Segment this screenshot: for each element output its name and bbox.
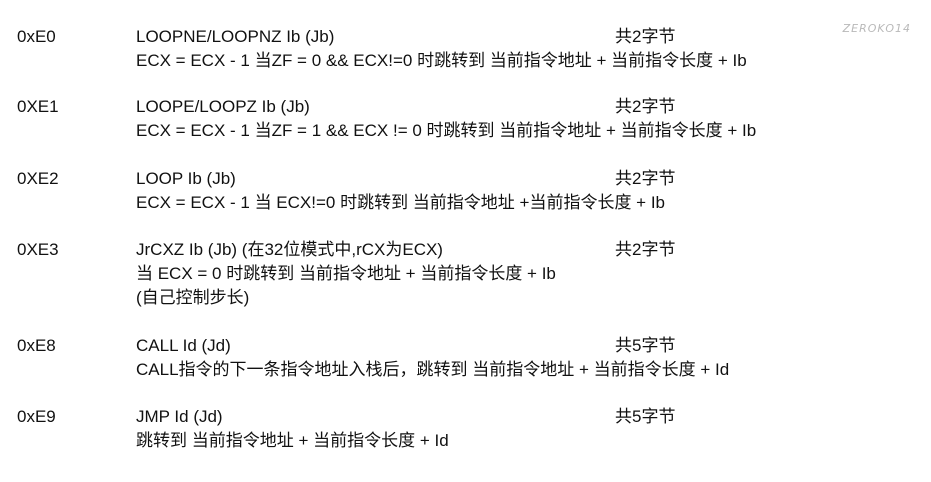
mnemonic: JrCXZ Ib (Jb) (在32位模式中,rCX为ECX)	[136, 240, 443, 259]
description-line: ECX = ECX - 1 当 ECX!=0 时跳转到 当前指令地址 +当前指令…	[136, 193, 665, 212]
opcode: 0xE8	[17, 336, 56, 355]
instruction-size: 共2字节	[615, 97, 676, 116]
description-line: ECX = ECX - 1 当ZF = 1 && ECX != 0 时跳转到 当…	[136, 121, 757, 140]
instruction-size: 共2字节	[615, 169, 676, 188]
mnemonic: CALL Id (Jd)	[136, 336, 231, 355]
opcode: 0XE2	[17, 169, 59, 188]
instruction-size: 共2字节	[615, 240, 676, 259]
mnemonic: LOOPE/LOOPZ Ib (Jb)	[136, 97, 310, 116]
description-line: (自己控制步长)	[136, 288, 250, 307]
opcode: 0XE3	[17, 240, 59, 259]
description-line: 跳转到 当前指令地址 + 当前指令长度 + Id	[136, 431, 449, 450]
mnemonic: LOOP Ib (Jb)	[136, 169, 236, 188]
instruction-size: 共5字节	[615, 336, 676, 355]
description-line: ECX = ECX - 1 当ZF = 0 && ECX!=0 时跳转到 当前指…	[136, 51, 747, 70]
description-line: 当 ECX = 0 时跳转到 当前指令地址 + 当前指令长度 + Ib	[136, 264, 556, 283]
opcode: 0xE0	[17, 27, 56, 46]
opcode: 0xE9	[17, 407, 56, 426]
description-line: CALL指令的下一条指令地址入栈后，跳转到 当前指令地址 + 当前指令长度 + …	[136, 360, 730, 379]
watermark: ZEROKO14	[842, 22, 911, 35]
mnemonic: JMP Id (Jd)	[136, 407, 223, 426]
mnemonic: LOOPNE/LOOPNZ Ib (Jb)	[136, 27, 335, 46]
instruction-size: 共2字节	[615, 27, 676, 46]
opcode: 0XE1	[17, 97, 59, 116]
instruction-size: 共5字节	[615, 407, 676, 426]
